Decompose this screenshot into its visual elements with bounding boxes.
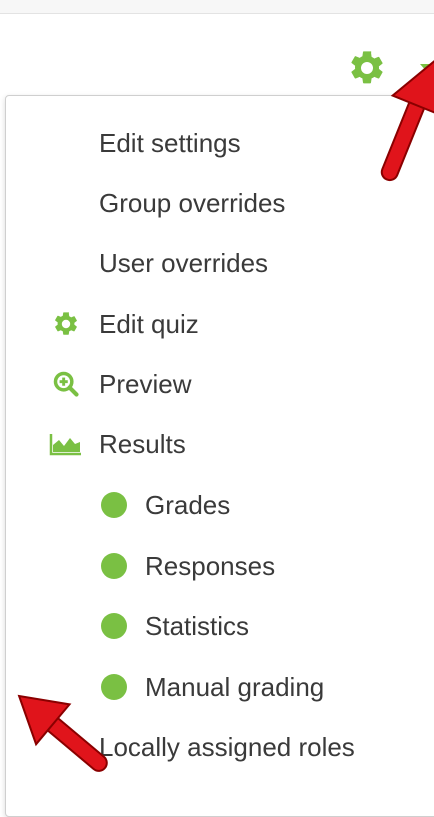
menu-item-edit-quiz[interactable]: Edit quiz (6, 294, 434, 354)
menu-item-results[interactable]: Results (6, 414, 434, 474)
gear-icon (351, 51, 383, 84)
menu-item-label: Responses (145, 550, 276, 581)
dot-icon (101, 492, 127, 518)
menu-item-edit-settings[interactable]: Edit settings (6, 113, 434, 173)
menu-item-label: Edit settings (99, 127, 241, 158)
gear-icon (55, 312, 77, 335)
menu-item-label: User overrides (99, 247, 269, 278)
top-bar (0, 0, 434, 14)
menu-item-label: Statistics (145, 610, 250, 641)
menu-item-label: Results (99, 428, 186, 459)
area-chart-icon (49, 434, 81, 456)
dot-icon (101, 553, 127, 579)
menu-item-label: Edit quiz (99, 308, 199, 339)
settings-dropdown-menu: Edit settings Group overrides User overr… (5, 95, 434, 817)
menu-item-statistics[interactable]: Statistics (6, 596, 434, 656)
menu-item-label: Group overrides (99, 187, 286, 218)
menu-item-locally-assigned-roles[interactable]: Locally assigned roles (6, 717, 434, 777)
dot-icon (101, 674, 127, 700)
menu-item-group-overrides[interactable]: Group overrides (6, 173, 434, 233)
menu-item-preview[interactable]: Preview (6, 354, 434, 414)
menu-item-manual-grading[interactable]: Manual grading (6, 657, 434, 717)
menu-item-user-overrides[interactable]: User overrides (6, 233, 434, 293)
menu-item-grades[interactable]: Grades (6, 475, 434, 535)
menu-item-label: Manual grading (145, 671, 325, 702)
caret-down-icon (420, 64, 434, 72)
settings-menu-trigger[interactable] (344, 48, 434, 88)
menu-item-label: Preview (99, 368, 192, 399)
menu-item-label: Locally assigned roles (99, 731, 355, 762)
menu-item-label: Grades (145, 489, 231, 520)
menu-item-responses[interactable]: Responses (6, 536, 434, 596)
zoom-in-icon (53, 371, 79, 397)
dot-icon (101, 613, 127, 639)
